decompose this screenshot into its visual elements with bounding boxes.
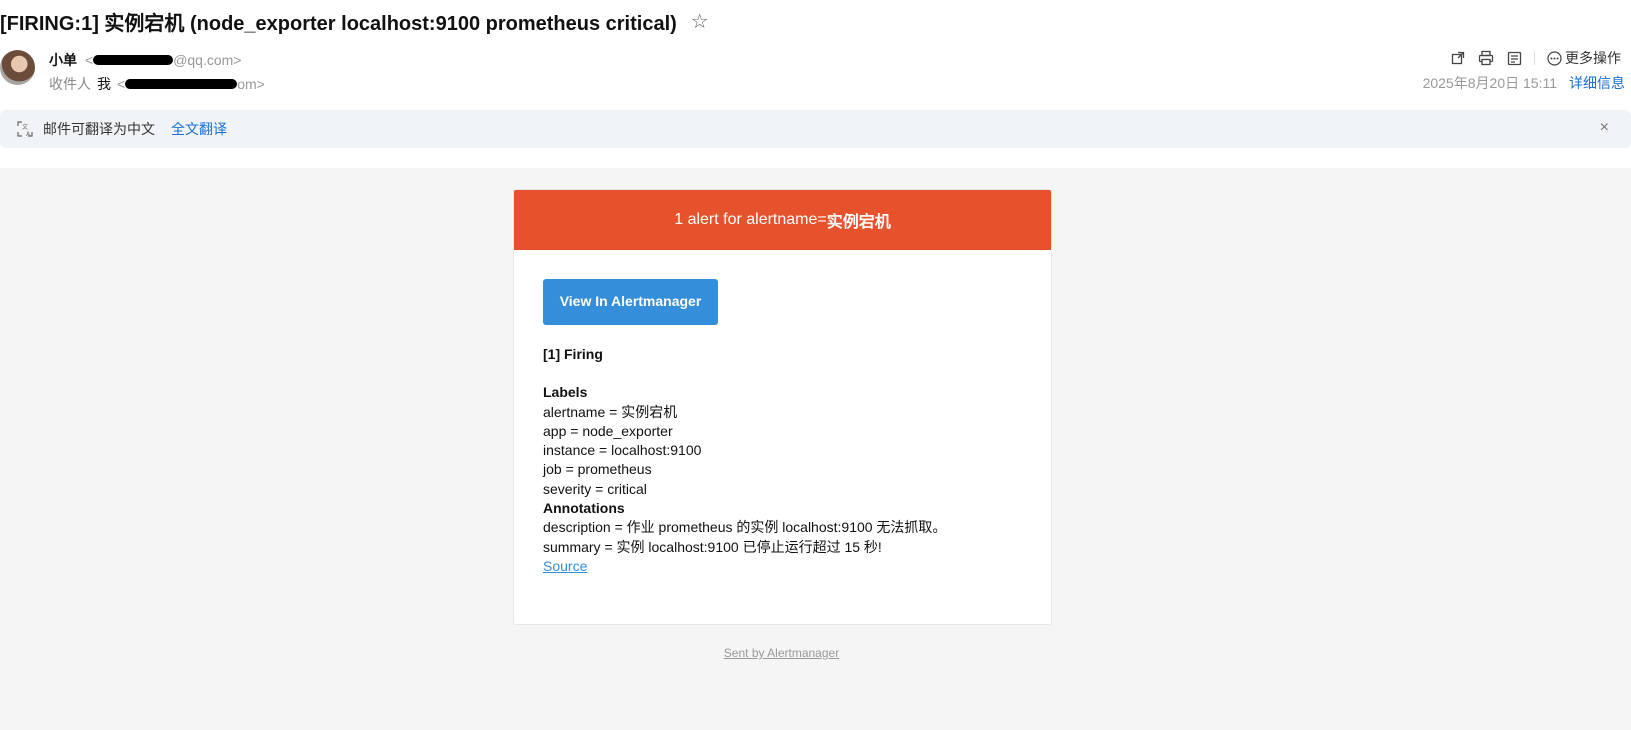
firing-title: [1] Firing (543, 346, 603, 362)
sender-line: 小单 < @qq.com> (49, 50, 242, 70)
svg-text:文: 文 (22, 123, 28, 131)
annotations-title: Annotations (543, 500, 625, 517)
close-icon[interactable]: × (1600, 119, 1609, 137)
labels-title: Labels (543, 384, 588, 401)
label-item: instance = localhost:9100 (543, 442, 702, 459)
redaction-mark (93, 55, 174, 65)
recipient-line: 收件人 我 < om> (49, 74, 265, 94)
label-item: app = node_exporter (543, 422, 673, 439)
email-subject: [FIRING:1] 实例宕机 (node_exporter localhost… (0, 6, 709, 36)
source-link[interactable]: Source (543, 558, 587, 574)
message-meta: 2025年8月20日 15:11 详细信息 (1423, 73, 1625, 93)
detail-link[interactable]: 详细信息 (1569, 73, 1625, 93)
toolbar-divider (1534, 51, 1535, 65)
sender-email-prefix: < (85, 52, 94, 68)
annotation-item: description = 作业 prometheus 的实例 localhos… (543, 519, 947, 536)
translate-icon: 文 A (17, 121, 33, 137)
label-item: severity = critical (543, 480, 647, 497)
alert-header-name: 实例宕机 (826, 214, 891, 231)
translate-full-link[interactable]: 全文翻译 (171, 119, 227, 139)
label-item: job = prometheus (543, 461, 652, 478)
more-icon (1547, 50, 1562, 66)
recipient-email-prefix: < (117, 76, 126, 92)
mail-body: 1 alert for alertname= 实例宕机 View In Alert… (0, 168, 1631, 730)
sent-by-footer[interactable]: Sent by Alertmanager (0, 646, 1563, 660)
recipient-email: < om> (117, 76, 265, 92)
sender-email-visible: @qq.com> (173, 52, 242, 68)
sender-email: < @qq.com> (85, 52, 242, 68)
recipient-me[interactable]: 我 (97, 74, 111, 94)
recipient-email-visible: om> (237, 76, 265, 92)
annotation-item: summary = 实例 localhost:9100 已停止运行超过 15 秒… (543, 538, 882, 555)
alert-header: 1 alert for alertname= 实例宕机 (514, 190, 1051, 250)
alert-card: 1 alert for alertname= 实例宕机 View In Alert… (513, 189, 1052, 625)
alert-header-prefix: 1 alert for alertname= (674, 211, 827, 228)
view-in-alertmanager-button[interactable]: View In Alertmanager (543, 279, 718, 325)
message-date: 2025年8月20日 15:11 (1422, 75, 1557, 91)
message-toolbar: 更多操作 (1450, 48, 1621, 68)
popout-icon[interactable] (1450, 50, 1466, 66)
sender-name[interactable]: 小单 (49, 50, 77, 70)
more-actions-label: 更多操作 (1565, 50, 1621, 66)
avatar[interactable] (0, 50, 35, 85)
note-icon[interactable] (1506, 50, 1522, 66)
redaction-mark (125, 79, 238, 89)
subject-text: [FIRING:1] 实例宕机 (node_exporter localhost… (0, 12, 677, 35)
alert-content: View In Alertmanager [1] Firing Labels a… (514, 250, 1051, 576)
more-actions-button[interactable]: 更多操作 (1547, 48, 1621, 68)
star-icon[interactable]: ☆ (691, 9, 709, 34)
recipient-label: 收件人 (49, 76, 91, 92)
translate-bar: 文 A 邮件可翻译为中文 全文翻译 × (0, 110, 1631, 148)
print-icon[interactable] (1478, 50, 1494, 66)
translate-text: 邮件可翻译为中文 (43, 121, 155, 137)
label-item: alertname = 实例宕机 (543, 403, 678, 420)
